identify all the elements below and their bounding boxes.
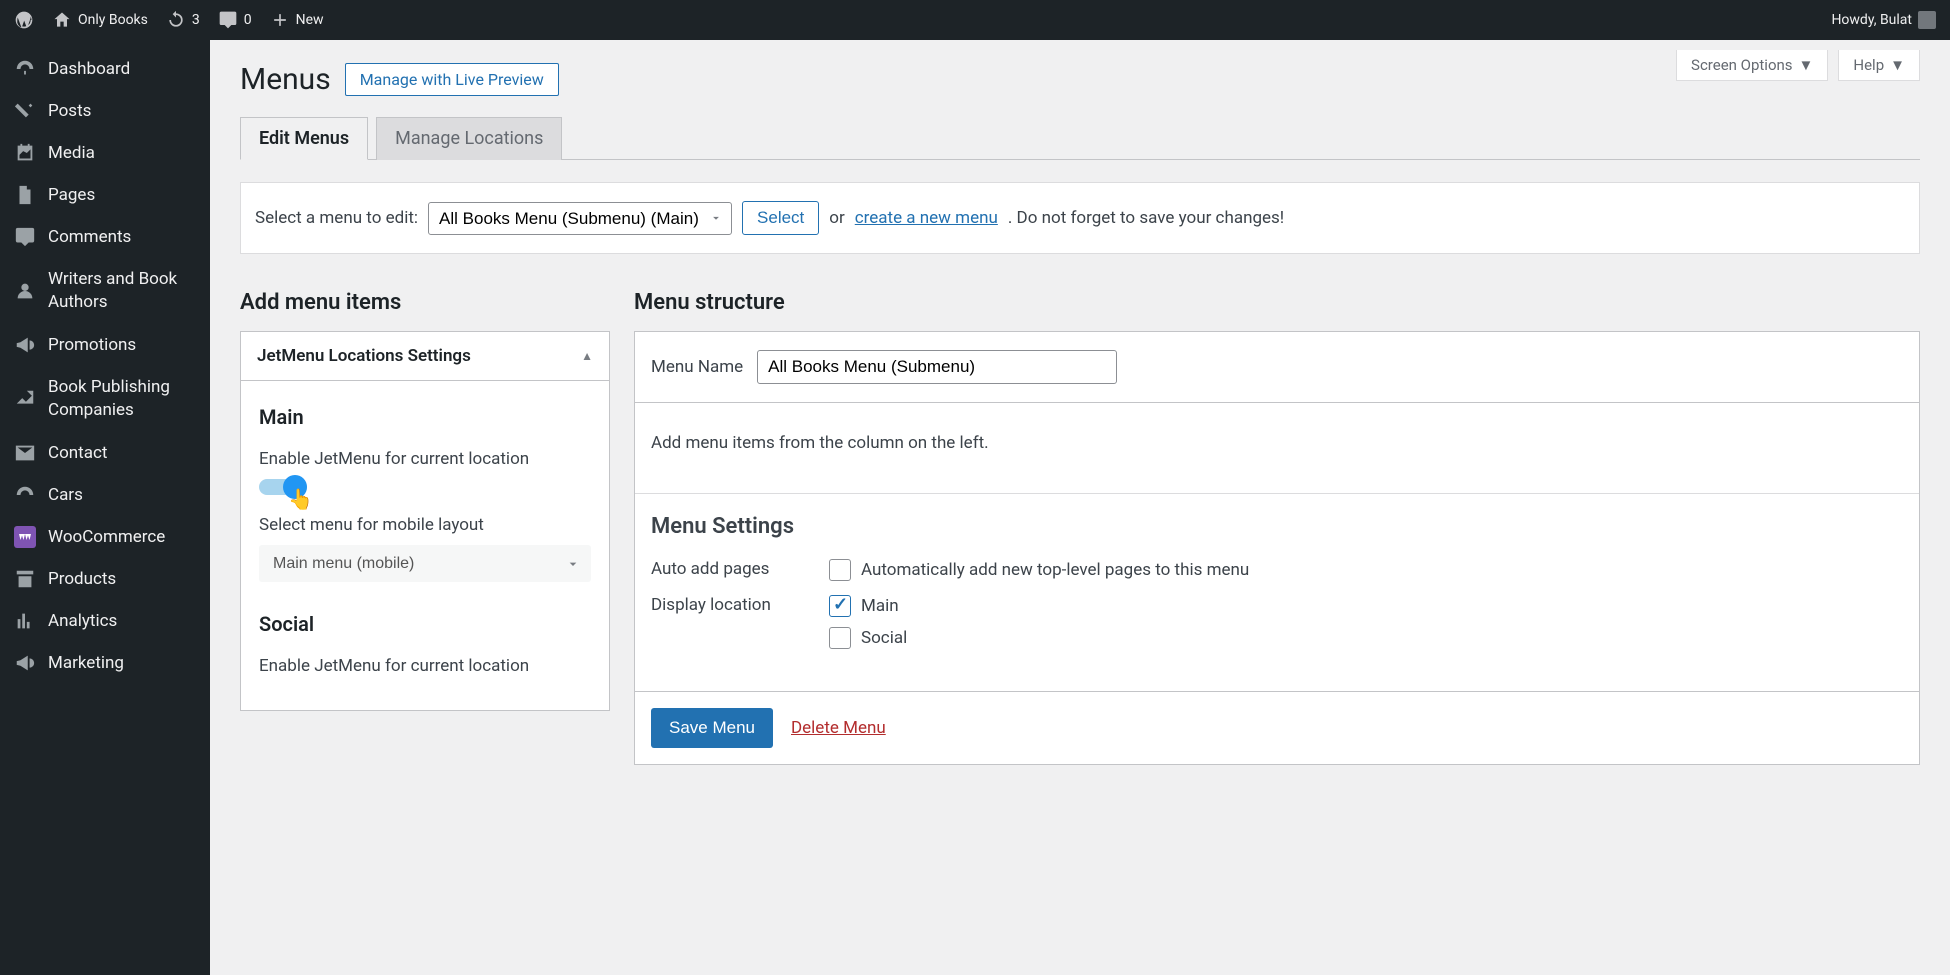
display-location-label: Display location (651, 595, 781, 649)
menu-select-dropdown[interactable]: All Books Menu (Submenu) (Main) (428, 202, 732, 235)
new-content-link[interactable]: New (270, 10, 324, 30)
nav-tabs: Edit Menus Manage Locations (240, 117, 1920, 160)
chevron-down-icon: ▼ (1890, 56, 1905, 74)
comments-link[interactable]: 0 (218, 10, 252, 30)
comments-count: 0 (244, 12, 252, 28)
screen-options-tab[interactable]: Screen Options▼ (1676, 50, 1828, 81)
mobile-layout-label: Select menu for mobile layout (259, 515, 591, 535)
admin-sidebar: Dashboard Posts Media Pages Comments Wri… (0, 40, 210, 975)
menu-structure-heading: Menu structure (634, 290, 1920, 315)
site-name: Only Books (78, 12, 148, 28)
menu-products[interactable]: Products (0, 558, 210, 600)
location-social-row[interactable]: Social (829, 627, 907, 649)
tab-edit-menus[interactable]: Edit Menus (240, 117, 368, 160)
cursor-pointer-icon: 👆 (288, 487, 313, 511)
select-menu-label: Select a menu to edit: (255, 208, 418, 228)
auto-add-checkbox[interactable] (829, 559, 851, 581)
auto-add-label: Auto add pages (651, 559, 781, 581)
menu-comments[interactable]: Comments (0, 216, 210, 258)
site-name-link[interactable]: Only Books (52, 10, 148, 30)
location-main-checkbox[interactable] (829, 595, 851, 617)
select-menu-button[interactable]: Select (742, 201, 819, 235)
menu-media[interactable]: Media (0, 132, 210, 174)
menu-pages[interactable]: Pages (0, 174, 210, 216)
menu-select-bar: Select a menu to edit: All Books Menu (S… (240, 182, 1920, 254)
menu-publishers[interactable]: Book Publishing Companies (0, 366, 210, 432)
menu-structure-box: Menu Name Add menu items from the column… (634, 331, 1920, 765)
new-label: New (296, 12, 324, 28)
menu-posts[interactable]: Posts (0, 90, 210, 132)
location-name-social: Social (259, 612, 591, 636)
menu-name-input[interactable] (757, 350, 1117, 384)
chevron-down-icon: ▼ (1799, 56, 1814, 74)
location-social-checkbox[interactable] (829, 627, 851, 649)
menu-promotions[interactable]: Promotions (0, 324, 210, 366)
content-area: Screen Options▼ Help▼ Menus Manage with … (210, 40, 1950, 975)
jetmenu-panel-toggle[interactable]: JetMenu Locations Settings ▲ (241, 332, 609, 381)
admin-toolbar[interactable]: Only Books 3 0 New Howdy, Bulat (0, 0, 1950, 40)
updates-link[interactable]: 3 (166, 10, 200, 30)
create-menu-link[interactable]: create a new menu (855, 208, 998, 228)
menu-name-label: Menu Name (651, 357, 743, 377)
menu-writers[interactable]: Writers and Book Authors (0, 258, 210, 324)
enable-jetmenu-label-social: Enable JetMenu for current location (259, 656, 591, 676)
structure-hint: Add menu items from the column on the le… (635, 403, 1919, 494)
menu-analytics[interactable]: Analytics (0, 600, 210, 642)
caret-up-icon: ▲ (581, 349, 593, 363)
save-menu-button[interactable]: Save Menu (651, 708, 773, 748)
avatar (1918, 11, 1936, 29)
mobile-menu-select[interactable]: Main menu (mobile) (259, 545, 591, 582)
add-items-heading: Add menu items (240, 290, 610, 315)
updates-count: 3 (192, 12, 200, 28)
delete-menu-link[interactable]: Delete Menu (791, 718, 886, 738)
jetmenu-panel: JetMenu Locations Settings ▲ Main Enable… (240, 331, 610, 711)
live-preview-button[interactable]: Manage with Live Preview (345, 63, 559, 96)
wp-logo-icon[interactable] (14, 10, 34, 30)
page-title: Menus (240, 62, 331, 97)
menu-marketing[interactable]: Marketing (0, 642, 210, 684)
auto-add-checkbox-row[interactable]: Automatically add new top-level pages to… (829, 559, 1249, 581)
location-main-row[interactable]: Main (829, 595, 907, 617)
enable-jetmenu-toggle-main[interactable]: 👆 (259, 479, 307, 495)
menu-settings-heading: Menu Settings (651, 514, 1903, 539)
enable-jetmenu-label: Enable JetMenu for current location (259, 449, 591, 469)
menu-contact[interactable]: Contact (0, 432, 210, 474)
menu-cars[interactable]: Cars (0, 474, 210, 516)
help-tab[interactable]: Help▼ (1838, 50, 1920, 81)
menu-woocommerce[interactable]: WooCommerce (0, 516, 210, 558)
location-name-main: Main (259, 405, 591, 429)
howdy-account[interactable]: Howdy, Bulat (1831, 11, 1936, 29)
menu-dashboard[interactable]: Dashboard (0, 48, 210, 90)
tab-manage-locations[interactable]: Manage Locations (376, 117, 562, 160)
